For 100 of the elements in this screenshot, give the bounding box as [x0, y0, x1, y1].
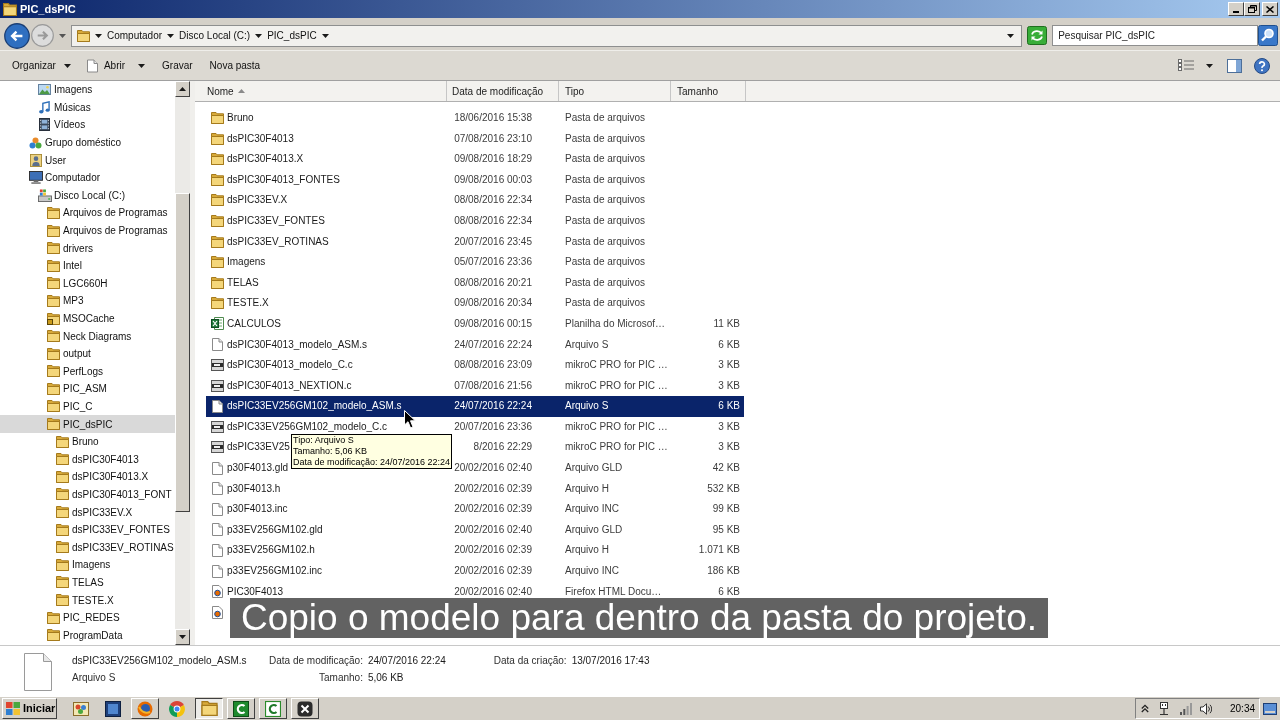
file-name[interactable]: dsPIC33EV_ROTINAS [227, 235, 329, 248]
column-header[interactable]: Tamanho [671, 81, 746, 101]
breadcrumb[interactable]: PIC_dsPIC [267, 28, 317, 43]
breadcrumb-arrow-icon[interactable] [95, 33, 102, 38]
file-name[interactable]: dsPIC30F4013_modelo_C.c [227, 359, 353, 372]
file-name[interactable]: TELAS [227, 276, 259, 289]
nav-item[interactable]: Imagens [0, 556, 175, 574]
help-button[interactable] [1254, 57, 1270, 74]
search-field[interactable]: Pesquisar PIC_dsPIC [1052, 25, 1258, 46]
file-name[interactable]: PIC30F4013 [227, 585, 284, 598]
selected-row[interactable]: dsPIC33EV256GM102_modelo_ASM.s 24/07/2016 22:24 Arquivo S 6 KB [206, 396, 744, 417]
file-name[interactable]: dsPIC33EV25 [227, 441, 290, 454]
search-button[interactable] [1258, 25, 1278, 46]
nav-item[interactable]: LGC660H [0, 274, 175, 293]
nav-item[interactable]: PIC_dsPIC [0, 415, 175, 433]
address-bar[interactable]: Computador Disco Local (C:) PIC_dsPIC [71, 24, 1023, 47]
dropdown-caret-icon[interactable] [1007, 33, 1015, 38]
document-icon [212, 399, 223, 413]
restore-button[interactable] [1244, 2, 1260, 16]
nav-item[interactable]: PIC_C [0, 397, 175, 416]
view-options-button[interactable] [1178, 59, 1194, 72]
file-name[interactable]: dsPIC33EV.X [227, 194, 288, 207]
column-header[interactable]: Data de modificação [447, 81, 559, 101]
nav-item[interactable]: dsPIC30F4013_FONT [0, 485, 175, 504]
nav-item[interactable]: Neck Diagrams [0, 327, 175, 345]
recent-pages-caret-icon[interactable] [59, 33, 66, 38]
nav-item[interactable]: dsPIC30F4013 [0, 450, 175, 469]
folder-icon [56, 453, 69, 466]
nav-item[interactable]: Disco Local (C:) [0, 186, 175, 205]
breadcrumb[interactable]: Disco Local (C:) [179, 28, 251, 43]
file-name[interactable]: dsPIC30F4013_FONTES [227, 173, 340, 186]
scrollbar-thumb[interactable] [175, 193, 190, 512]
file-name[interactable]: p33EV256GM102.gld [227, 523, 323, 536]
file-name[interactable]: p30F4013.gld [227, 462, 289, 475]
refresh-button[interactable] [1027, 26, 1048, 45]
file-name[interactable]: dsPIC33EV256GM102_modelo_ASM.s [227, 400, 402, 413]
menu-button[interactable]: Organizar [5, 54, 76, 77]
nav-item[interactable]: dsPIC33EV_ROTINAS [0, 538, 175, 557]
nav-item[interactable]: PerfLogs [0, 362, 175, 381]
nav-item[interactable]: MSOCache [0, 309, 175, 328]
scrollbar[interactable] [175, 81, 190, 645]
taskbar-button[interactable] [195, 698, 223, 719]
tooltip: Tipo: Arquivo S Tamanho: 5,06 KB Data de modificação: 24/07/2016 22:24 [291, 434, 453, 469]
minimize-button[interactable] [1228, 2, 1244, 16]
chevron-up-icon[interactable] [1141, 704, 1149, 713]
back-button[interactable] [4, 22, 30, 49]
nav-item[interactable]: TELAS [0, 573, 175, 592]
nav-item[interactable]: PIC_REDES [0, 608, 175, 627]
nav-item[interactable]: Vídeos [0, 116, 175, 134]
nav-item[interactable]: Arquivos de Programas [0, 221, 175, 240]
file-name[interactable]: dsPIC30F4013.X [227, 153, 304, 166]
scroll-up-icon [179, 87, 186, 91]
breadcrumb-arrow-icon[interactable] [255, 33, 263, 38]
start-button[interactable]: Iniciar [2, 698, 57, 719]
column-header[interactable]: Tipo [559, 81, 671, 101]
nav-item[interactable]: Computador [0, 168, 175, 187]
scroll-down-button[interactable] [175, 629, 190, 645]
scroll-up-button[interactable] [175, 81, 190, 97]
column-header[interactable]: Nome [195, 81, 447, 101]
nav-item[interactable]: output [0, 344, 175, 363]
nav-item[interactable]: Bruno [0, 432, 175, 451]
caret-icon[interactable] [1206, 63, 1213, 68]
nav-item[interactable]: Intel [0, 256, 175, 275]
file-name[interactable]: p30F4013.h [227, 482, 281, 495]
signal-bars-icon[interactable] [1180, 702, 1192, 715]
file-name[interactable]: Imagens [227, 256, 266, 269]
plug-icon[interactable] [1158, 702, 1170, 715]
nav-item[interactable]: User [0, 151, 175, 169]
nav-item[interactable]: TESTE.X [0, 591, 175, 609]
file-name[interactable]: dsPIC30F4013_modelo_ASM.s [227, 338, 368, 351]
close-button[interactable] [1262, 2, 1278, 16]
nav-item[interactable]: dsPIC33EV.X [0, 503, 175, 521]
nav-item[interactable]: MP3 [0, 292, 175, 310]
file-name[interactable]: p30F4013.inc [227, 503, 288, 516]
file-name[interactable]: Bruno [227, 112, 254, 124]
file-name[interactable]: p33EV256GM102.h [227, 544, 315, 557]
toolbar-button[interactable]: Gravar [156, 54, 199, 77]
nav-item[interactable]: dsPIC33EV_FONTES [0, 520, 175, 539]
nav-item[interactable]: Imagens [0, 81, 175, 99]
file-name[interactable]: TESTE.X [227, 297, 269, 310]
file-name[interactable]: dsPIC33EV256GM102_modelo_C.c [227, 420, 388, 433]
nav-item[interactable]: ProgramData [0, 626, 175, 644]
nav-item[interactable]: PIC_ASM [0, 380, 175, 398]
file-name[interactable]: p33EV256GM102.inc [227, 565, 323, 578]
nav-item[interactable]: Arquivos de Programas [0, 204, 175, 222]
nav-item[interactable]: Músicas [0, 98, 175, 117]
file-name[interactable]: dsPIC33EV_FONTES [227, 214, 325, 227]
breadcrumb[interactable]: Computador [107, 28, 163, 43]
breadcrumb-arrow-icon[interactable] [167, 33, 175, 38]
open-button[interactable]: Abrir [80, 54, 152, 77]
nav-item[interactable]: Grupo doméstico [0, 133, 175, 152]
file-name[interactable]: dsPIC30F4013 [227, 132, 294, 145]
speaker-icon[interactable] [1200, 702, 1212, 715]
file-name[interactable]: dsPIC30F4013_NEXTION.c [227, 379, 352, 392]
preview-pane-button[interactable] [1227, 58, 1242, 73]
nav-item[interactable]: drivers [0, 239, 175, 257]
breadcrumb-arrow-icon[interactable] [321, 33, 329, 38]
toolbar-button[interactable]: Nova pasta [203, 54, 267, 77]
file-name[interactable]: CALCULOS [227, 317, 281, 330]
nav-item[interactable]: dsPIC30F4013.X [0, 468, 175, 486]
